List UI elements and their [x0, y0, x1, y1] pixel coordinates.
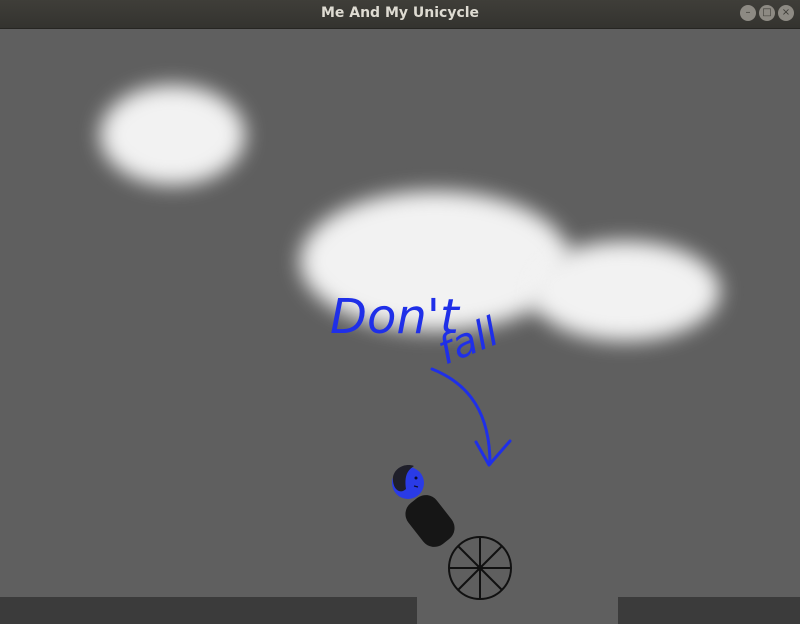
- player-head: [392, 465, 424, 499]
- window-title: Me And My Unicycle: [320, 5, 480, 21]
- player-layer: [392, 465, 512, 600]
- title-bar: Me And My Unicycle – □ ×: [0, 0, 800, 29]
- game-canvas[interactable]: Don't fall: [0, 29, 800, 624]
- minimize-button[interactable]: –: [740, 5, 756, 21]
- close-button[interactable]: ×: [778, 5, 794, 21]
- maximize-button[interactable]: □: [759, 5, 775, 21]
- unicycle-wheel: [448, 536, 512, 600]
- window-controls: – □ ×: [740, 5, 794, 21]
